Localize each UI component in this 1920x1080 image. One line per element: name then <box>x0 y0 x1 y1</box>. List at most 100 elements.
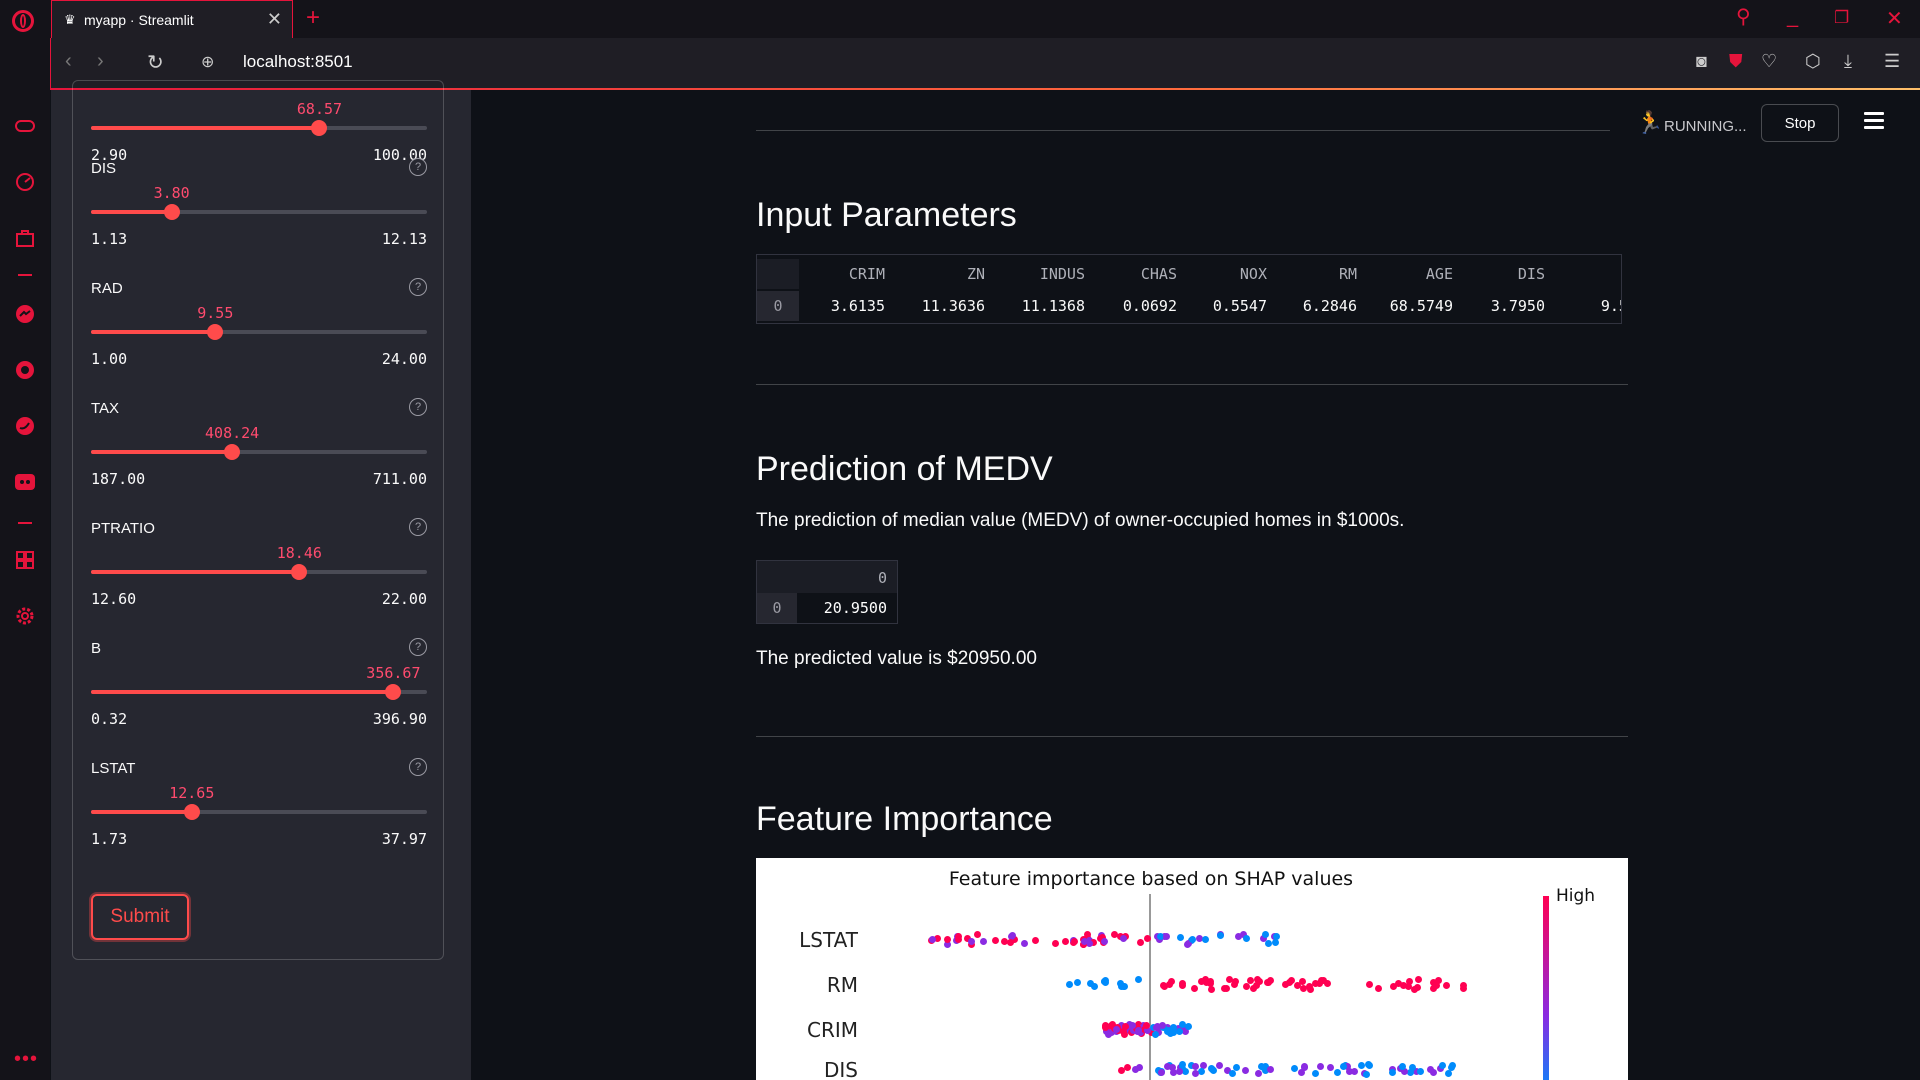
shap-point <box>1255 1070 1263 1078</box>
twitter-icon[interactable] <box>13 414 37 438</box>
speed-dial-icon[interactable] <box>13 170 37 194</box>
shap-point <box>1311 1070 1319 1078</box>
gamepad-icon[interactable] <box>13 114 37 138</box>
shap-point <box>1429 985 1437 993</box>
slider-rad[interactable]: RAD? 9.55 1.00 24.00 <box>91 278 427 390</box>
back-icon[interactable]: ‹ <box>65 50 72 73</box>
help-icon[interactable]: ? <box>409 518 427 536</box>
divider <box>756 736 1628 737</box>
help-icon[interactable]: ? <box>409 758 427 776</box>
shap-point <box>1102 979 1110 987</box>
shap-point <box>1032 937 1040 944</box>
slider-track[interactable] <box>91 564 427 580</box>
slider-value: 408.24 <box>205 424 260 442</box>
shap-point <box>1439 1061 1447 1069</box>
opera-logo-icon[interactable] <box>12 10 34 32</box>
shap-point <box>1389 983 1397 991</box>
reload-icon[interactable]: ↻ <box>147 50 164 75</box>
slider-value: 9.55 <box>197 304 234 322</box>
table-column-header: ZN <box>966 265 985 283</box>
slider-thumb[interactable] <box>385 684 402 700</box>
search-icon[interactable]: ⚲ <box>1736 4 1751 29</box>
shap-point <box>1299 978 1307 986</box>
window-close-icon[interactable]: ✕ <box>1886 6 1903 31</box>
slider-tax[interactable]: TAX? 408.24 187.00 711.00 <box>91 398 427 510</box>
submit-button[interactable]: Submit <box>91 894 189 940</box>
shap-point <box>1232 978 1239 986</box>
slider-track[interactable] <box>91 204 427 220</box>
main-menu-icon[interactable] <box>1864 112 1884 133</box>
slider-thumb[interactable] <box>311 120 328 136</box>
shap-point <box>1209 1065 1217 1073</box>
shap-point <box>1134 976 1142 984</box>
slider-track[interactable] <box>91 684 427 700</box>
shap-point <box>944 935 952 943</box>
slider-track[interactable] <box>91 120 427 136</box>
slider-value: 3.80 <box>153 184 190 202</box>
table-column-header: NOX <box>1239 265 1267 283</box>
slider-label: RAD <box>91 280 123 297</box>
slider-thumb[interactable] <box>163 204 180 220</box>
cube-icon[interactable]: ⬡ <box>1805 51 1821 72</box>
slider-ptratio[interactable]: PTRATIO? 18.46 12.60 22.00 <box>91 518 427 630</box>
shap-point <box>1137 938 1145 946</box>
shap-point <box>1287 976 1295 984</box>
browser-tab[interactable]: ♛ myapp · Streamlit ✕ <box>51 0 293 38</box>
slider-thumb[interactable] <box>291 564 308 580</box>
new-tab-icon[interactable]: + <box>306 4 320 32</box>
slider-b[interactable]: B? 356.67 0.32 396.90 <box>91 638 427 750</box>
shap-color-bar <box>1543 896 1549 1080</box>
shap-point <box>928 935 936 943</box>
streamlit-favicon-icon: ♛ <box>64 12 76 27</box>
stop-button[interactable]: Stop <box>1761 104 1839 142</box>
help-icon[interactable]: ? <box>409 638 427 656</box>
slider-min: 1.00 <box>91 350 128 368</box>
minimize-icon[interactable]: _ <box>1787 6 1798 29</box>
slider-lstat[interactable]: LSTAT? 12.65 1.73 37.97 <box>91 758 427 870</box>
help-icon[interactable]: ? <box>409 158 427 176</box>
help-icon[interactable]: ? <box>409 278 427 296</box>
whatsapp-icon[interactable] <box>13 358 37 382</box>
slider-track[interactable] <box>91 444 427 460</box>
slider-dis[interactable]: DIS? 3.80 1.13 12.13 <box>91 158 427 270</box>
snapshot-icon[interactable]: ◙ <box>1696 51 1707 72</box>
easy-setup-icon[interactable]: ☰ <box>1884 51 1900 72</box>
download-icon[interactable]: ⤓ <box>1844 51 1852 72</box>
shap-point <box>1071 938 1079 946</box>
site-info-icon[interactable]: ⊕ <box>201 52 214 72</box>
shap-point <box>1444 1070 1452 1078</box>
discord-icon[interactable] <box>13 470 37 494</box>
slider-track[interactable] <box>91 324 427 340</box>
shap-summary-plot: Feature importance based on SHAP values … <box>756 858 1628 1080</box>
extensions-grid-icon[interactable] <box>13 548 37 572</box>
slider-thumb[interactable] <box>224 444 241 460</box>
heart-icon[interactable]: ♡ <box>1761 51 1777 72</box>
shap-point <box>1131 1065 1139 1073</box>
shap-point <box>1228 1070 1236 1078</box>
shap-point <box>1264 939 1272 947</box>
more-icon[interactable]: ••• <box>14 1048 38 1071</box>
settings-gear-icon[interactable] <box>13 604 37 628</box>
sidebar-separator <box>18 274 32 276</box>
shield-icon[interactable]: ⛊ <box>1729 51 1743 72</box>
shap-point <box>1242 1067 1250 1075</box>
slider-value: 18.46 <box>276 544 322 562</box>
messenger-icon[interactable] <box>13 302 37 326</box>
shap-feature-label: DIS <box>824 1058 858 1080</box>
close-tab-icon[interactable]: ✕ <box>267 9 282 30</box>
slider-thumb[interactable] <box>183 804 200 820</box>
shap-point <box>1272 932 1280 940</box>
slider-thumb[interactable] <box>207 324 224 340</box>
slider-fill <box>91 690 394 694</box>
slider-track[interactable] <box>91 804 427 820</box>
restore-icon[interactable]: ❐ <box>1834 8 1849 28</box>
slider-max: 24.00 <box>381 350 427 368</box>
help-icon[interactable]: ? <box>409 398 427 416</box>
url-field[interactable]: localhost:8501 <box>243 52 353 72</box>
forward-icon[interactable]: › <box>97 50 104 73</box>
input-parameters-table[interactable]: CRIMZNINDUSCHASNOXRMAGEDISRAD 03.613511.… <box>756 254 1622 324</box>
zero-line <box>1149 894 1151 1080</box>
prediction-table[interactable]: 0 0 20.9500 <box>756 560 898 624</box>
slider-min: 12.60 <box>91 590 137 608</box>
shopping-bag-icon[interactable] <box>13 226 37 250</box>
